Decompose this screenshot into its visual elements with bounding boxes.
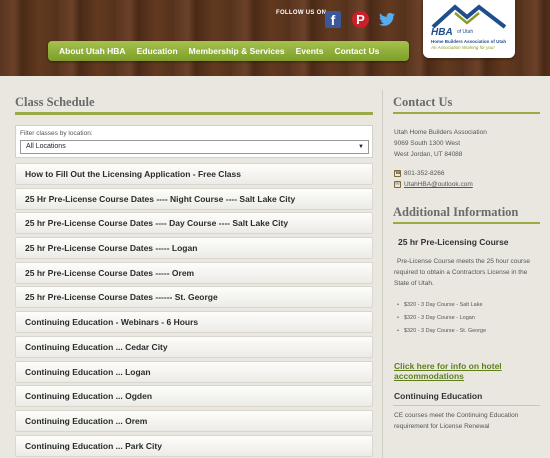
facebook-icon[interactable]: f: [325, 11, 341, 28]
ce-divider: [393, 405, 540, 406]
list-item: • $320 - 3 Day Course - Logan: [397, 315, 475, 321]
contact-org: Utah Home Builders Association: [394, 129, 487, 136]
main-nav: About Utah HBA Education Membership & Se…: [48, 41, 409, 61]
nav-about[interactable]: About Utah HBA: [48, 46, 126, 56]
contact-divider: [393, 112, 540, 114]
class-item[interactable]: 25 hr Pre-License Course Dates ----- Ore…: [15, 261, 373, 284]
course-description: Pre-License Course meets the 25 hour cou…: [394, 258, 530, 287]
location-select-value: All Locations: [26, 143, 66, 150]
class-item[interactable]: 25 hr Pre-License Course Dates ----- Log…: [15, 237, 373, 260]
additional-info-title: Additional Information: [393, 205, 519, 219]
ce-description: CE courses meet the Continuing Education…: [394, 412, 519, 430]
class-item[interactable]: Continuing Education ... Cedar City: [15, 335, 373, 358]
class-item[interactable]: 25 hr Pre-License Course Dates ------ St…: [15, 286, 373, 309]
class-schedule-title: Class Schedule: [15, 95, 95, 109]
pinterest-icon[interactable]: P: [352, 11, 369, 28]
site-header: FOLLOW US ON f P HBA of Utah Home Builde…: [0, 0, 550, 76]
phone-number: 801-352-8266: [404, 170, 445, 177]
nav-contact[interactable]: Contact Us: [323, 46, 379, 56]
class-item[interactable]: 25 hr Pre-License Course Dates ---- Day …: [15, 212, 373, 235]
filter-label: Filter classes by location:: [20, 130, 93, 137]
chevron-down-icon: ▼: [358, 144, 364, 150]
hba-logo[interactable]: HBA of Utah Home Builders Association of…: [423, 0, 515, 58]
location-filter: Filter classes by location: All Location…: [15, 125, 373, 158]
contact-street: 9069 South 1300 West: [394, 140, 461, 147]
nav-events[interactable]: Events: [285, 46, 324, 56]
list-item: • $320 - 3 Day Course - St. George: [397, 328, 487, 334]
class-item[interactable]: Continuing Education ... Logan: [15, 360, 373, 383]
course-heading: 25 hr Pre-Licensing Course: [398, 237, 509, 247]
ce-heading: Continuing Education: [394, 391, 483, 401]
logo-of-utah-text: of Utah: [457, 29, 474, 35]
contact-address: Utah Home Builders Association 9069 Sout…: [394, 127, 487, 160]
contact-email: ✉ UtahHBA@outlook.com: [394, 181, 473, 188]
logo-tagline: An Association Working for you!: [431, 45, 495, 50]
logo-name-text: Home Builders Association of Utah: [431, 39, 507, 44]
class-item[interactable]: Continuing Education ... Orem: [15, 409, 373, 432]
logo-hba-text: HBA: [431, 27, 453, 38]
price-list: • $320 - 3 Day Course - Salt Lake • $320 -…: [397, 299, 486, 338]
email-link[interactable]: UtahHBA@outlook.com: [404, 181, 473, 188]
column-divider: [382, 90, 383, 458]
twitter-icon[interactable]: [379, 11, 395, 28]
class-item[interactable]: How to Fill Out the Licensing Applicatio…: [15, 163, 373, 185]
nav-membership[interactable]: Membership & Services: [178, 46, 285, 56]
contact-us-title: Contact Us: [393, 95, 453, 109]
class-item[interactable]: Continuing Education ... Ogden: [15, 385, 373, 408]
location-select[interactable]: All Locations ▼: [20, 140, 369, 154]
class-list: How to Fill Out the Licensing Applicatio…: [15, 163, 373, 458]
nav-education[interactable]: Education: [126, 46, 178, 56]
additional-info-divider: [393, 222, 540, 224]
phone-icon: ☎: [394, 170, 402, 177]
follow-us-label: FOLLOW US ON: [276, 10, 327, 16]
class-item[interactable]: Continuing Education - Webinars - 6 Hour…: [15, 311, 373, 334]
class-schedule-divider: [15, 112, 373, 115]
class-item[interactable]: Continuing Education ... Park City: [15, 434, 373, 457]
contact-city: West Jordan, UT 84088: [394, 151, 463, 158]
list-item: • $320 - 3 Day Course - Salt Lake: [397, 302, 483, 308]
contact-phone: ☎ 801-352-8266: [394, 170, 444, 177]
class-item[interactable]: 25 Hr Pre-License Course Dates ---- Nigh…: [15, 187, 373, 210]
mountain-logo-icon: [431, 4, 507, 29]
hotel-info-link[interactable]: Click here for info on hotel accommodati…: [394, 361, 540, 381]
email-icon: ✉: [394, 181, 401, 188]
